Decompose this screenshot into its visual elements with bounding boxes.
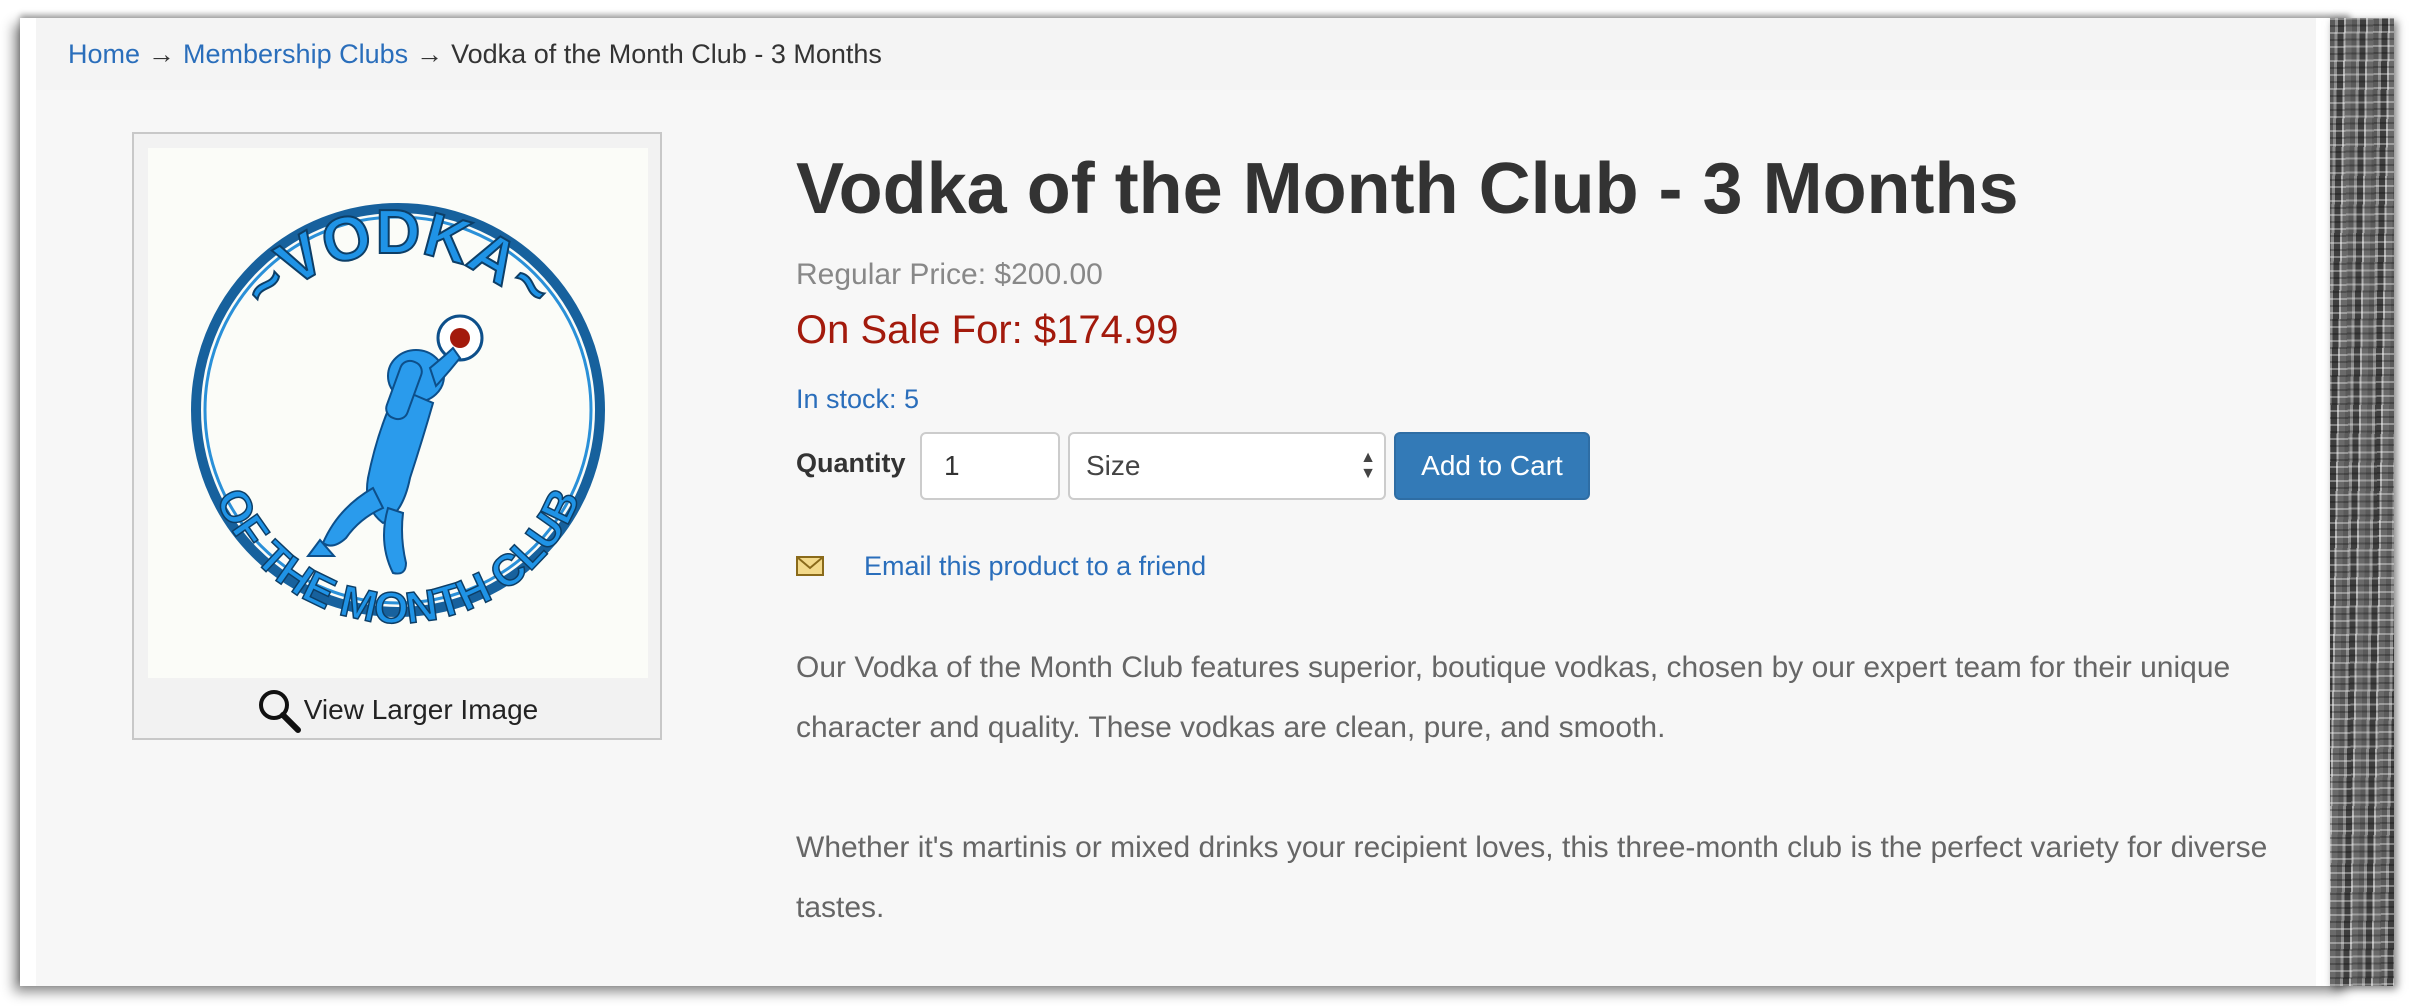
diver-figure xyxy=(306,314,484,575)
view-larger-image-link[interactable]: View Larger Image xyxy=(134,682,660,738)
size-select-value: Size xyxy=(1086,450,1141,481)
product-title: Vodka of the Month Club - 3 Months xyxy=(796,149,2019,229)
stone-texture-border xyxy=(2330,18,2394,986)
breadcrumb: Home → Membership Clubs → Vodka of the M… xyxy=(36,18,2316,90)
envelope-icon xyxy=(796,556,824,576)
description-paragraph: Whether it's martinis or mixed drinks yo… xyxy=(796,831,2268,924)
description-paragraph: Our Vodka of the Month Club features sup… xyxy=(796,651,2231,744)
breadcrumb-current: Vodka of the Month Club - 3 Months xyxy=(451,38,882,69)
email-friend-link[interactable]: Email this product to a friend xyxy=(864,551,1206,582)
quantity-label: Quantity xyxy=(796,448,906,478)
vodka-club-logo: ~VODKA~ OF THE MONTH CLUB xyxy=(191,197,605,634)
breadcrumb-separator: → xyxy=(416,38,444,69)
breadcrumb-home-link[interactable]: Home xyxy=(68,39,140,70)
frame-edge xyxy=(20,18,36,986)
breadcrumb-category-link[interactable]: Membership Clubs xyxy=(183,39,408,70)
product-image-box: ~VODKA~ OF THE MONTH CLUB View Larger Im… xyxy=(132,132,662,740)
quantity-input[interactable] xyxy=(920,432,1060,500)
add-to-cart-button[interactable]: Add to Cart xyxy=(1394,432,1590,500)
stock-status: In stock: 5 xyxy=(796,384,920,414)
email-friend-row: Email this product to a friend xyxy=(796,546,1206,586)
regular-price: Regular Price: $200.00 xyxy=(796,258,1103,291)
size-select[interactable]: Size ▲ ▼ xyxy=(1068,432,1386,500)
breadcrumb-separator: → xyxy=(148,38,176,69)
select-arrows-icon: ▲ ▼ xyxy=(1360,449,1376,482)
magnifier-icon xyxy=(258,690,301,733)
logo-top-text: ~VODKA~ xyxy=(229,198,567,323)
product-image[interactable]: ~VODKA~ OF THE MONTH CLUB xyxy=(148,148,648,678)
view-larger-label: View Larger Image xyxy=(303,694,539,725)
sale-price: On Sale For: $174.99 xyxy=(796,308,1179,352)
